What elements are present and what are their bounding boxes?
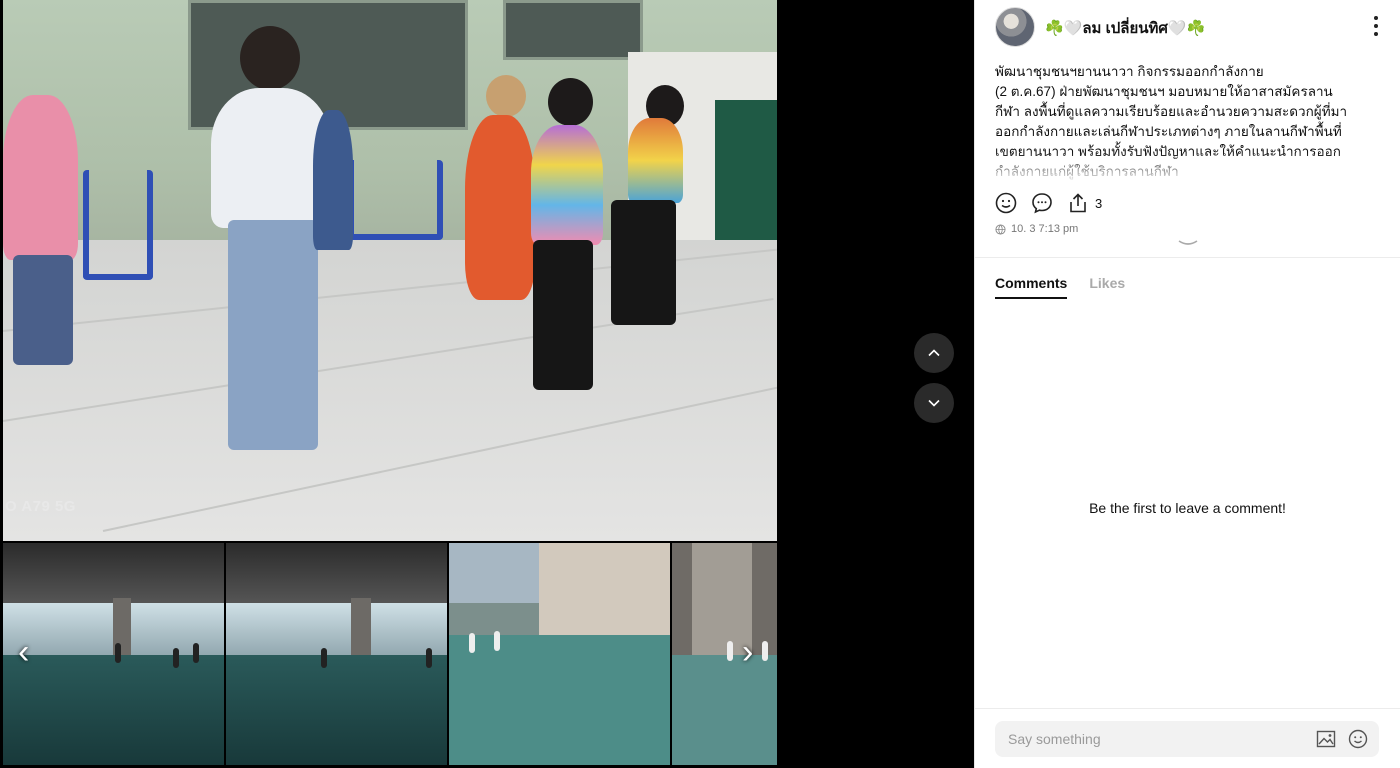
- smiley-icon: [995, 192, 1017, 214]
- author-name[interactable]: ☘️🤍ลม เปลี่ยนทิศ🤍☘️: [1045, 16, 1205, 40]
- emoji-icon[interactable]: [1347, 728, 1369, 750]
- thumbnail-prev-arrow[interactable]: ‹: [18, 635, 29, 669]
- tab-likes[interactable]: Likes: [1089, 275, 1125, 299]
- main-photo[interactable]: O A79 5G: [3, 0, 777, 541]
- post-detail-panel: ☘️🤍ลม เปลี่ยนทิศ🤍☘️ พัฒนาชุมชนฯยานนาวา ก…: [974, 0, 1400, 768]
- photo-chair: [348, 160, 443, 240]
- media-viewer: O A79 5G ‹ ›: [0, 0, 974, 768]
- comment-bar: [975, 708, 1400, 768]
- thumbnail[interactable]: [226, 543, 447, 765]
- post-actions: 3: [993, 190, 1102, 216]
- photo-person-head: [486, 75, 526, 117]
- photo-person: [228, 220, 318, 450]
- comment-bubble-icon: [1032, 193, 1052, 214]
- empty-comments-message: Be the first to leave a comment!: [1089, 500, 1286, 516]
- thumbnail-next-arrow[interactable]: ›: [742, 635, 753, 669]
- comment-tabs: Comments Likes: [995, 275, 1147, 299]
- next-post-button[interactable]: [914, 383, 954, 423]
- previous-post-button[interactable]: [914, 333, 954, 373]
- expand-text-icon[interactable]: [1177, 238, 1199, 248]
- post-meta: 10. 3 7:13 pm: [995, 223, 1078, 235]
- photo-person: [313, 110, 353, 250]
- photo-person: [628, 118, 683, 203]
- thumbnail[interactable]: [672, 543, 777, 765]
- camera-watermark: O A79 5G: [5, 498, 76, 515]
- more-options-icon[interactable]: [1370, 16, 1382, 36]
- image-upload-icon[interactable]: [1315, 728, 1337, 750]
- share-icon: [1070, 193, 1086, 213]
- react-button[interactable]: [993, 190, 1019, 216]
- author-avatar[interactable]: [995, 7, 1035, 47]
- photo-person: [533, 240, 593, 390]
- photo-board: [715, 100, 777, 250]
- text-fade-overlay: [995, 152, 1375, 182]
- photo-window: [503, 0, 643, 60]
- chevron-down-icon: [928, 399, 940, 407]
- post-timestamp: 10. 3 7:13 pm: [1011, 223, 1079, 235]
- photo-person: [13, 255, 73, 365]
- photo-person: [531, 125, 603, 245]
- tab-comments[interactable]: Comments: [995, 275, 1068, 299]
- chevron-up-icon: [928, 349, 940, 357]
- divider: [975, 257, 1400, 258]
- thumbnail-strip: [3, 543, 777, 765]
- thumbnail[interactable]: [3, 543, 224, 765]
- comment-button[interactable]: [1029, 190, 1055, 216]
- globe-icon: [995, 223, 1006, 235]
- thumbnail[interactable]: [449, 543, 670, 765]
- photo-person-head: [240, 26, 300, 90]
- share-button[interactable]: [1065, 190, 1091, 216]
- photo-person: [611, 200, 676, 325]
- photo-person: [3, 95, 78, 260]
- share-count: 3: [1095, 195, 1103, 211]
- photo-chair: [83, 170, 153, 280]
- photo-person-head: [548, 78, 593, 126]
- photo-person: [465, 115, 535, 300]
